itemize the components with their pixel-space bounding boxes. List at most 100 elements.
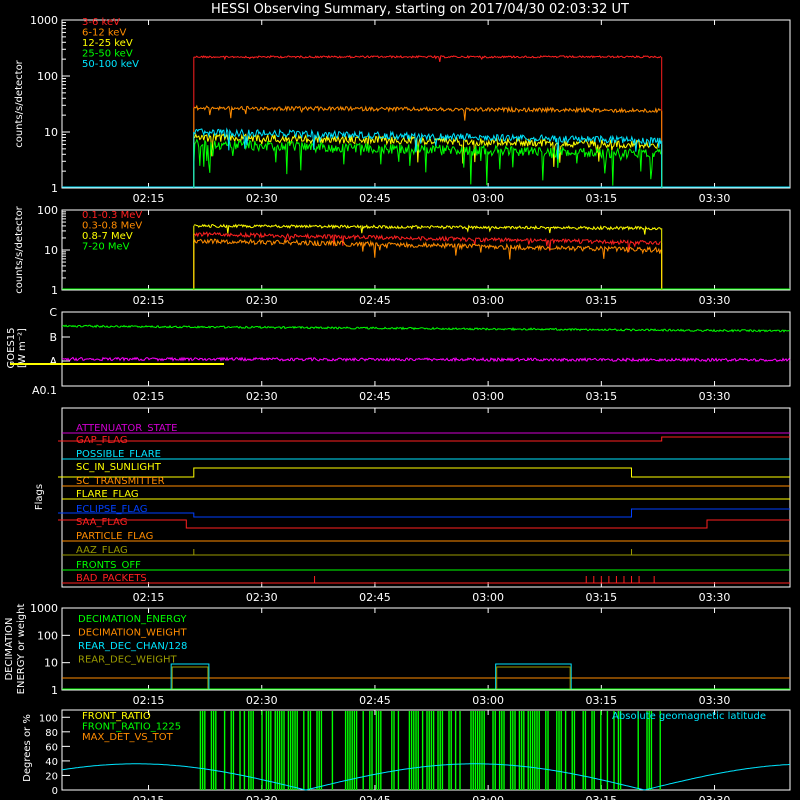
- flag-label: SC_TRANSMITTER: [76, 476, 165, 487]
- y-tick-label: 20: [45, 771, 58, 782]
- legend-entry: FRONT_RATIO: [82, 711, 151, 722]
- x-tick-label: 02:45: [359, 694, 391, 707]
- flag-label: PARTICLE_FLAG: [76, 531, 153, 542]
- y-tick-label: 80: [45, 728, 58, 739]
- flag-label: ATTENUATOR_STATE: [76, 423, 177, 434]
- x-tick-label: 03:00: [472, 294, 504, 307]
- flag-line-SAA_FLAG: [58, 519, 790, 529]
- flag-label: POSSIBLE_FLARE: [76, 449, 161, 460]
- legend-entry: FRONT_RATIO_1225: [82, 722, 181, 733]
- y-tick-label: 10: [44, 244, 58, 257]
- x-tick-label: 03:00: [472, 192, 504, 205]
- right-label: Absolute geomagnetic latitude: [612, 711, 766, 722]
- x-tick-label: 02:15: [133, 694, 165, 707]
- legend-entry: DECIMATION_ENERGY: [78, 614, 187, 625]
- x-tick-label: 03:30: [699, 794, 731, 800]
- y-tick-label: 1: [51, 284, 58, 297]
- flag-line-GAP_FLAG: [58, 436, 790, 442]
- chart-title: HESSI Observing Summary, starting on 201…: [211, 2, 629, 17]
- series-line-50-100 keV: [193, 127, 662, 160]
- y-tick-label: 1: [51, 684, 58, 697]
- panel-2-frame: [61, 209, 791, 291]
- y-axis-label: ENERGY or weight: [16, 604, 27, 695]
- flag-label: SC_IN_SUNLIGHT: [76, 462, 162, 473]
- legend-entry: 0.8-7 MeV: [82, 231, 133, 242]
- rear-dec-chan-box: [495, 663, 572, 689]
- y-tick-label: 100: [37, 204, 58, 217]
- legend-entry: REAR_DEC_CHAN/128: [78, 641, 187, 652]
- y-tick-label: 1000: [30, 14, 58, 27]
- series-line-3-6 keV: [193, 54, 662, 62]
- legend-entry: 50-100 keV: [82, 59, 139, 70]
- x-tick-label: 02:45: [359, 390, 391, 403]
- y-tick-label: C: [49, 306, 57, 319]
- y-axis-label: counts/s/detector: [14, 205, 25, 293]
- x-tick-label: 02:30: [246, 390, 278, 403]
- goes-long-line: [61, 324, 791, 333]
- x-tick-label: 02:30: [246, 694, 278, 707]
- legend-entry: MAX_DET_VS_TOT: [82, 732, 174, 743]
- y-tick-label: 0: [52, 786, 58, 797]
- x-tick-label: 03:15: [585, 294, 617, 307]
- x-tick-label: 02:45: [359, 591, 391, 604]
- x-tick-label: 02:30: [246, 794, 278, 800]
- y-axis-label: counts/s/detector: [14, 59, 25, 147]
- flag-label: SAA_FLAG: [76, 517, 127, 528]
- y-tick-label: A: [49, 355, 57, 368]
- legend-entry: 0.1-0.3 MeV: [82, 210, 142, 221]
- x-tick-label: 02:30: [246, 591, 278, 604]
- x-tick-label: 02:15: [133, 294, 165, 307]
- legend-entry: 3-6 keV: [82, 17, 120, 28]
- x-tick-label: 03:30: [699, 390, 731, 403]
- flags-frame: [61, 407, 791, 588]
- x-tick-label: 02:45: [359, 294, 391, 307]
- x-tick-label: 03:30: [699, 294, 731, 307]
- hessi-summary-plot: HESSI Observing Summary, starting on 201…: [4, 2, 791, 800]
- legend-entry: 6-12 keV: [82, 28, 126, 39]
- legend-entry: DECIMATION_WEIGHT: [78, 628, 187, 639]
- flag-label: AAZ_FLAG: [76, 545, 128, 556]
- y-tick-label: 40: [45, 757, 58, 768]
- y-axis-label: DECIMATION: [4, 617, 15, 680]
- x-tick-label: 03:00: [472, 794, 504, 800]
- x-tick-label: 02:15: [133, 192, 165, 205]
- legend-entry: 12-25 keV: [82, 38, 133, 49]
- y-tick-label: 10: [44, 657, 58, 670]
- series-line-0.8-7 MeV: [193, 223, 662, 235]
- flag-label: FRONTS_OFF: [76, 560, 141, 571]
- y-axis-label: Degrees or %: [22, 714, 33, 782]
- y-tick-label: 100: [37, 70, 58, 83]
- flag-label: FLARE_FLAG: [76, 489, 139, 500]
- legend-entry: REAR_DEC_WEIGHT: [78, 655, 177, 666]
- x-tick-label: 03:30: [699, 591, 731, 604]
- x-tick-label: 03:15: [585, 591, 617, 604]
- x-tick-label: 02:15: [133, 390, 165, 403]
- flag-line-ECLIPSE_FLAG: [58, 508, 790, 518]
- y-tick-label: 10: [44, 126, 58, 139]
- rear-dec-chan-box: [170, 663, 210, 689]
- y-tick-label: 100: [39, 713, 58, 724]
- x-tick-label: 03:15: [585, 794, 617, 800]
- x-tick-label: 02:30: [246, 294, 278, 307]
- series-line-0.3-0.8 MeV: [193, 238, 662, 260]
- x-tick-label: 03:15: [585, 390, 617, 403]
- legend-entry: 25-50 keV: [82, 49, 133, 60]
- x-tick-label: 02:15: [133, 794, 165, 800]
- y-axis-label: Flags: [34, 484, 45, 510]
- y-axis-label-units: [W m⁻²]: [17, 328, 28, 368]
- x-tick-label: 03:15: [585, 694, 617, 707]
- flag-line-SC_IN_SUNLIGHT: [58, 467, 790, 478]
- x-tick-label: 02:45: [359, 192, 391, 205]
- y-tick-label: 60: [45, 742, 58, 753]
- x-tick-label: 02:45: [359, 794, 391, 800]
- series-line-6-12 keV: [193, 104, 662, 121]
- legend-entry: 7-20 MeV: [82, 242, 130, 253]
- flag-label: BAD_PACKETS: [76, 573, 147, 584]
- x-tick-label: 03:30: [699, 192, 731, 205]
- x-tick-label: 03:00: [472, 694, 504, 707]
- x-tick-label: 03:30: [699, 694, 731, 707]
- y-axis-label: GOES15: [6, 327, 17, 368]
- geomagnetic-latitude-line: [61, 763, 791, 791]
- x-tick-label: 03:15: [585, 192, 617, 205]
- x-tick-label: 03:00: [472, 591, 504, 604]
